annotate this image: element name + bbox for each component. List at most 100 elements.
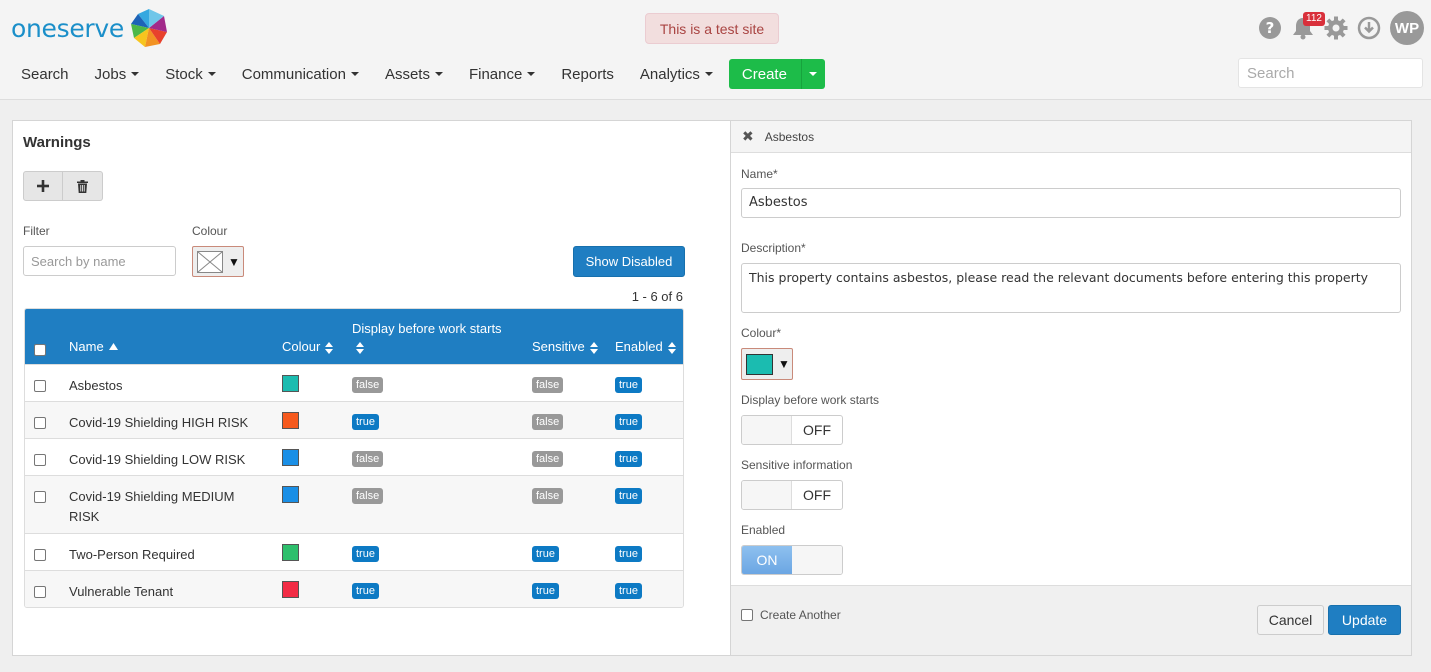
row-checkbox[interactable] (34, 549, 46, 561)
row-checkbox[interactable] (34, 586, 46, 598)
nav-analytics[interactable]: Analytics (627, 58, 726, 90)
boolean-tag: true (615, 377, 642, 393)
row-checkbox-box[interactable] (34, 380, 46, 392)
column-enabled-label: Enabled (615, 339, 663, 354)
nav-jobs[interactable]: Jobs (82, 58, 153, 90)
colour-field-label: Colour* (741, 326, 782, 340)
boolean-tag: false (532, 377, 564, 393)
caret-down-icon (131, 72, 140, 76)
settings-gear-icon[interactable] (1324, 16, 1348, 40)
create-another-checkbox[interactable] (741, 609, 753, 621)
table-body: Asbestos false false true Covid-19 Shiel… (25, 364, 683, 607)
boolean-tag: false (352, 377, 384, 393)
description-field[interactable]: This property contains asbestos, please … (741, 263, 1401, 313)
user-avatar[interactable]: WP (1390, 11, 1424, 45)
table-row[interactable]: Covid-19 Shielding MEDIUM RISK false fal… (25, 475, 683, 533)
sort-icon (356, 342, 364, 354)
nav-finance[interactable]: Finance (456, 58, 548, 90)
table-row[interactable]: Covid-19 Shielding LOW RISK false false … (25, 438, 683, 475)
row-sensitive-tag: true (532, 582, 559, 599)
nav-communication[interactable]: Communication (229, 58, 372, 90)
notifications-bell-icon[interactable]: 112 (1291, 12, 1325, 40)
colour-filter-label: Colour (192, 224, 228, 238)
show-disabled-button[interactable]: Show Disabled (573, 246, 685, 277)
row-name: Two-Person Required (69, 547, 195, 562)
select-all-checkbox[interactable] (34, 344, 46, 356)
pagination-info: 1 - 6 of 6 (631, 289, 683, 304)
boolean-tag: true (615, 583, 642, 599)
select-all-checkbox-box[interactable] (34, 344, 46, 356)
nav-finance-label: Finance (468, 65, 523, 83)
row-checkbox[interactable] (34, 491, 46, 503)
sort-ascending-icon (108, 343, 118, 350)
enabled-toggle-label: Enabled (741, 523, 786, 537)
column-header-name[interactable]: Name (69, 339, 118, 354)
download-icon[interactable] (1357, 16, 1381, 40)
create-another-label: Create Another (760, 608, 841, 622)
row-checkbox[interactable] (34, 417, 46, 429)
row-checkbox-box[interactable] (34, 417, 46, 429)
row-checkbox-box[interactable] (34, 586, 46, 598)
colour-filter-picker[interactable]: ▼ (192, 246, 244, 277)
no-colour-icon (197, 250, 223, 273)
row-colour-swatch (282, 375, 299, 392)
table-row[interactable]: Vulnerable Tenant true true true (25, 570, 683, 607)
table-row[interactable]: Asbestos false false true (25, 364, 683, 401)
create-button[interactable]: Create (728, 59, 801, 89)
oneserve-logo[interactable]: oneserve (11, 8, 168, 48)
row-colour-swatch (282, 544, 299, 561)
warnings-table: Name Colour Display before work starts S… (24, 308, 684, 608)
name-field[interactable]: Asbestos (741, 188, 1401, 218)
create-dropdown-toggle[interactable] (800, 59, 825, 89)
row-checkbox[interactable] (34, 380, 46, 392)
display-toggle-label: Display before work starts (741, 393, 880, 407)
enabled-toggle[interactable]: ON (741, 545, 843, 575)
notification-count-badge: 112 (1303, 12, 1325, 26)
nav-reports[interactable]: Reports (548, 58, 627, 90)
create-another-option[interactable]: Create Another (741, 608, 841, 622)
column-header-colour[interactable]: Colour (282, 339, 334, 354)
colour-swatch (282, 375, 299, 392)
boolean-tag: true (615, 414, 642, 430)
description-field-label: Description* (741, 241, 806, 255)
row-checkbox[interactable] (34, 454, 46, 466)
sensitive-toggle-label: Sensitive information (741, 458, 853, 472)
warnings-panel: Warnings Filter Colour ▼ Show Disabled 1… (12, 120, 731, 656)
column-header-sensitive[interactable]: Sensitive (532, 339, 598, 354)
row-name: Covid-19 Shielding LOW RISK (69, 452, 246, 467)
nav-search[interactable]: Search (0, 58, 82, 90)
caret-down-icon (207, 72, 216, 76)
close-icon[interactable]: ✖ (742, 128, 754, 145)
display-before-work-toggle[interactable]: OFF (741, 415, 843, 445)
nav-assets-label: Assets (384, 65, 430, 83)
row-display-tag: true (352, 582, 379, 599)
nav-jobs-label: Jobs (94, 65, 127, 83)
boolean-tag: true (615, 451, 642, 467)
global-search-input[interactable] (1238, 58, 1423, 88)
row-checkbox-box[interactable] (34, 491, 46, 503)
add-button[interactable] (23, 171, 63, 201)
nav-assets[interactable]: Assets (372, 58, 456, 90)
colour-field-picker[interactable]: ▼ (741, 348, 793, 380)
boolean-tag: false (532, 488, 564, 504)
row-checkbox-box[interactable] (34, 454, 46, 466)
update-button[interactable]: Update (1328, 605, 1401, 635)
column-header-enabled[interactable]: Enabled (615, 339, 676, 354)
help-icon[interactable]: ? (1258, 16, 1282, 40)
column-header-display[interactable]: Display before work starts (352, 319, 502, 359)
boolean-tag: false (532, 414, 564, 430)
sensitive-information-toggle[interactable]: OFF (741, 480, 843, 510)
boolean-tag: true (532, 546, 559, 562)
cancel-button[interactable]: Cancel (1257, 605, 1324, 635)
row-sensitive-tag: false (532, 376, 564, 393)
delete-button[interactable] (63, 171, 103, 201)
row-checkbox-box[interactable] (34, 549, 46, 561)
boolean-tag: false (352, 488, 384, 504)
nav-stock[interactable]: Stock (152, 58, 229, 90)
row-enabled-tag: true (615, 545, 642, 562)
boolean-tag: true (352, 414, 379, 430)
table-row[interactable]: Two-Person Required true true true (25, 533, 683, 570)
table-row[interactable]: Covid-19 Shielding HIGH RISK true false … (25, 401, 683, 438)
row-sensitive-tag: false (532, 413, 564, 430)
filter-name-input[interactable] (23, 246, 176, 276)
